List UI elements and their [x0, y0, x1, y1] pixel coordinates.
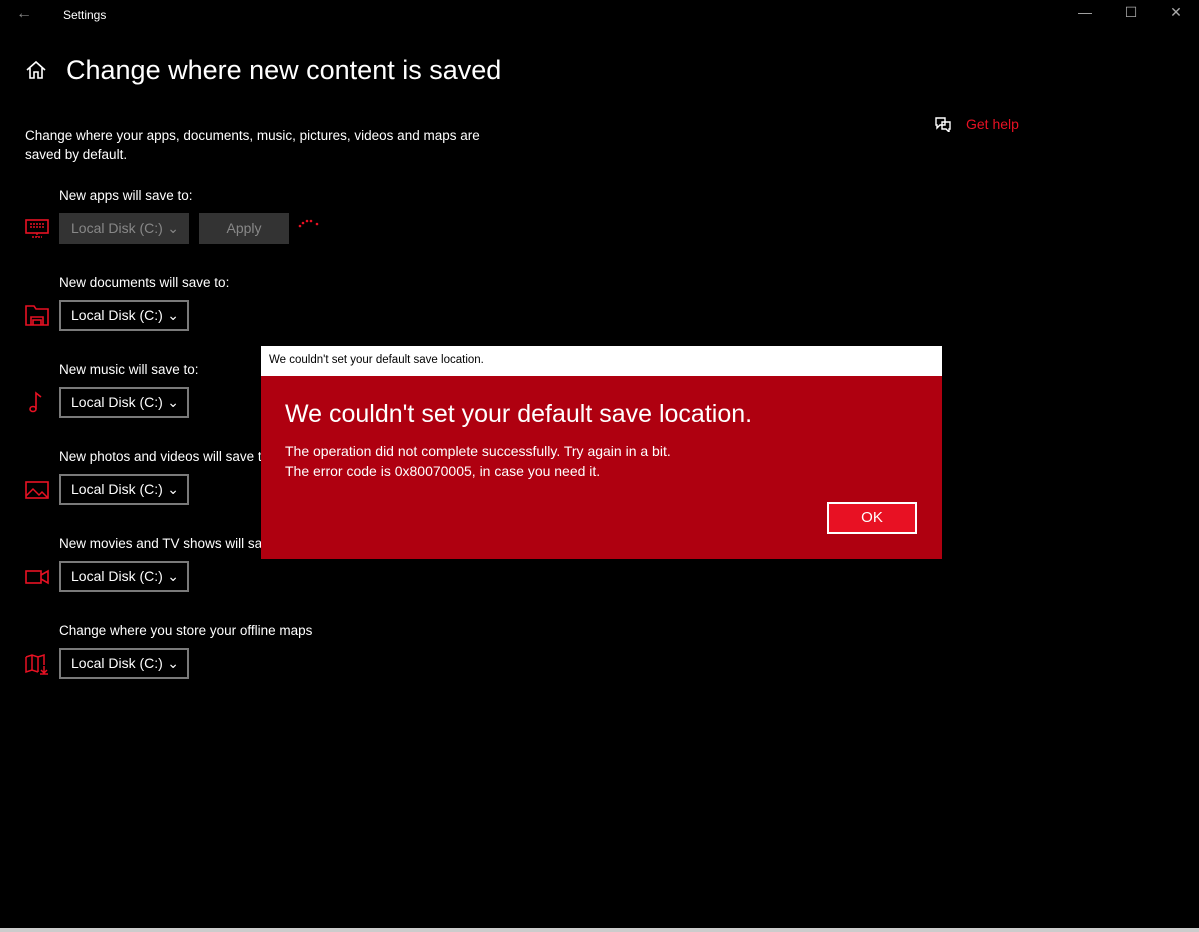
- chevron-down-icon: ⌄: [167, 220, 179, 236]
- dialog-message-line2: The error code is 0x80070005, in case yo…: [285, 463, 601, 479]
- music-note-icon: [29, 391, 42, 413]
- maps-location-dropdown[interactable]: Local Disk (C:) ⌄: [59, 648, 189, 679]
- chevron-down-icon: ⌄: [167, 481, 179, 497]
- dropdown-value: Local Disk (C:): [71, 655, 163, 671]
- home-icon[interactable]: [24, 58, 48, 82]
- title-bar: ← Settings — ☐ ✕: [0, 0, 1199, 30]
- music-location-dropdown[interactable]: Local Disk (C:) ⌄: [59, 387, 189, 418]
- dropdown-value: Local Disk (C:): [71, 568, 163, 584]
- documents-label: New documents will save to:: [59, 275, 230, 290]
- minimize-button[interactable]: —: [1062, 4, 1108, 20]
- movies-location-dropdown[interactable]: Local Disk (C:) ⌄: [59, 561, 189, 592]
- dropdown-value: Local Disk (C:): [71, 220, 163, 236]
- dropdown-value: Local Disk (C:): [71, 481, 163, 497]
- dialog-title-bar: We couldn't set your default save locati…: [261, 346, 942, 376]
- apply-button[interactable]: Apply: [199, 213, 289, 244]
- movies-label: New movies and TV shows will save to:: [59, 536, 296, 551]
- chevron-down-icon: ⌄: [167, 655, 179, 671]
- page-title: Change where new content is saved: [66, 55, 502, 85]
- photos-label: New photos and videos will save to:: [59, 449, 273, 464]
- dropdown-value: Local Disk (C:): [71, 394, 163, 410]
- get-help-link[interactable]: Get help: [934, 116, 1019, 132]
- dialog-heading: We couldn't set your default save locati…: [285, 400, 753, 428]
- maps-label: Change where you store your offline maps: [59, 623, 313, 638]
- get-help-label: Get help: [966, 116, 1019, 132]
- music-label: New music will save to:: [59, 362, 199, 377]
- dropdown-value: Local Disk (C:): [71, 307, 163, 323]
- photos-location-dropdown[interactable]: Local Disk (C:) ⌄: [59, 474, 189, 505]
- loading-spinner-icon: [298, 219, 319, 228]
- close-button[interactable]: ✕: [1153, 4, 1199, 21]
- documents-location-dropdown[interactable]: Local Disk (C:) ⌄: [59, 300, 189, 331]
- apps-label: New apps will save to:: [59, 188, 193, 203]
- video-camera-icon: [25, 569, 49, 585]
- window-title: Settings: [63, 8, 107, 22]
- chevron-down-icon: ⌄: [167, 568, 179, 584]
- back-button[interactable]: ←: [16, 5, 32, 23]
- page-description: Change where your apps, documents, music…: [25, 128, 480, 162]
- ok-button[interactable]: OK: [827, 502, 917, 534]
- error-dialog: We couldn't set your default save locati…: [261, 346, 942, 559]
- help-chat-icon: [935, 117, 951, 132]
- map-download-icon: [25, 653, 48, 675]
- maximize-button[interactable]: ☐: [1108, 4, 1154, 21]
- chevron-down-icon: ⌄: [167, 307, 179, 323]
- apps-location-dropdown[interactable]: Local Disk (C:) ⌄: [59, 213, 189, 244]
- chevron-down-icon: ⌄: [167, 394, 179, 410]
- photo-icon: [25, 481, 49, 499]
- taskbar-edge: [0, 928, 1199, 932]
- folder-icon: [25, 305, 49, 326]
- dialog-message: The operation did not complete successfu…: [285, 441, 671, 481]
- dialog-message-line1: The operation did not complete successfu…: [285, 443, 671, 459]
- monitor-icon: [25, 219, 49, 238]
